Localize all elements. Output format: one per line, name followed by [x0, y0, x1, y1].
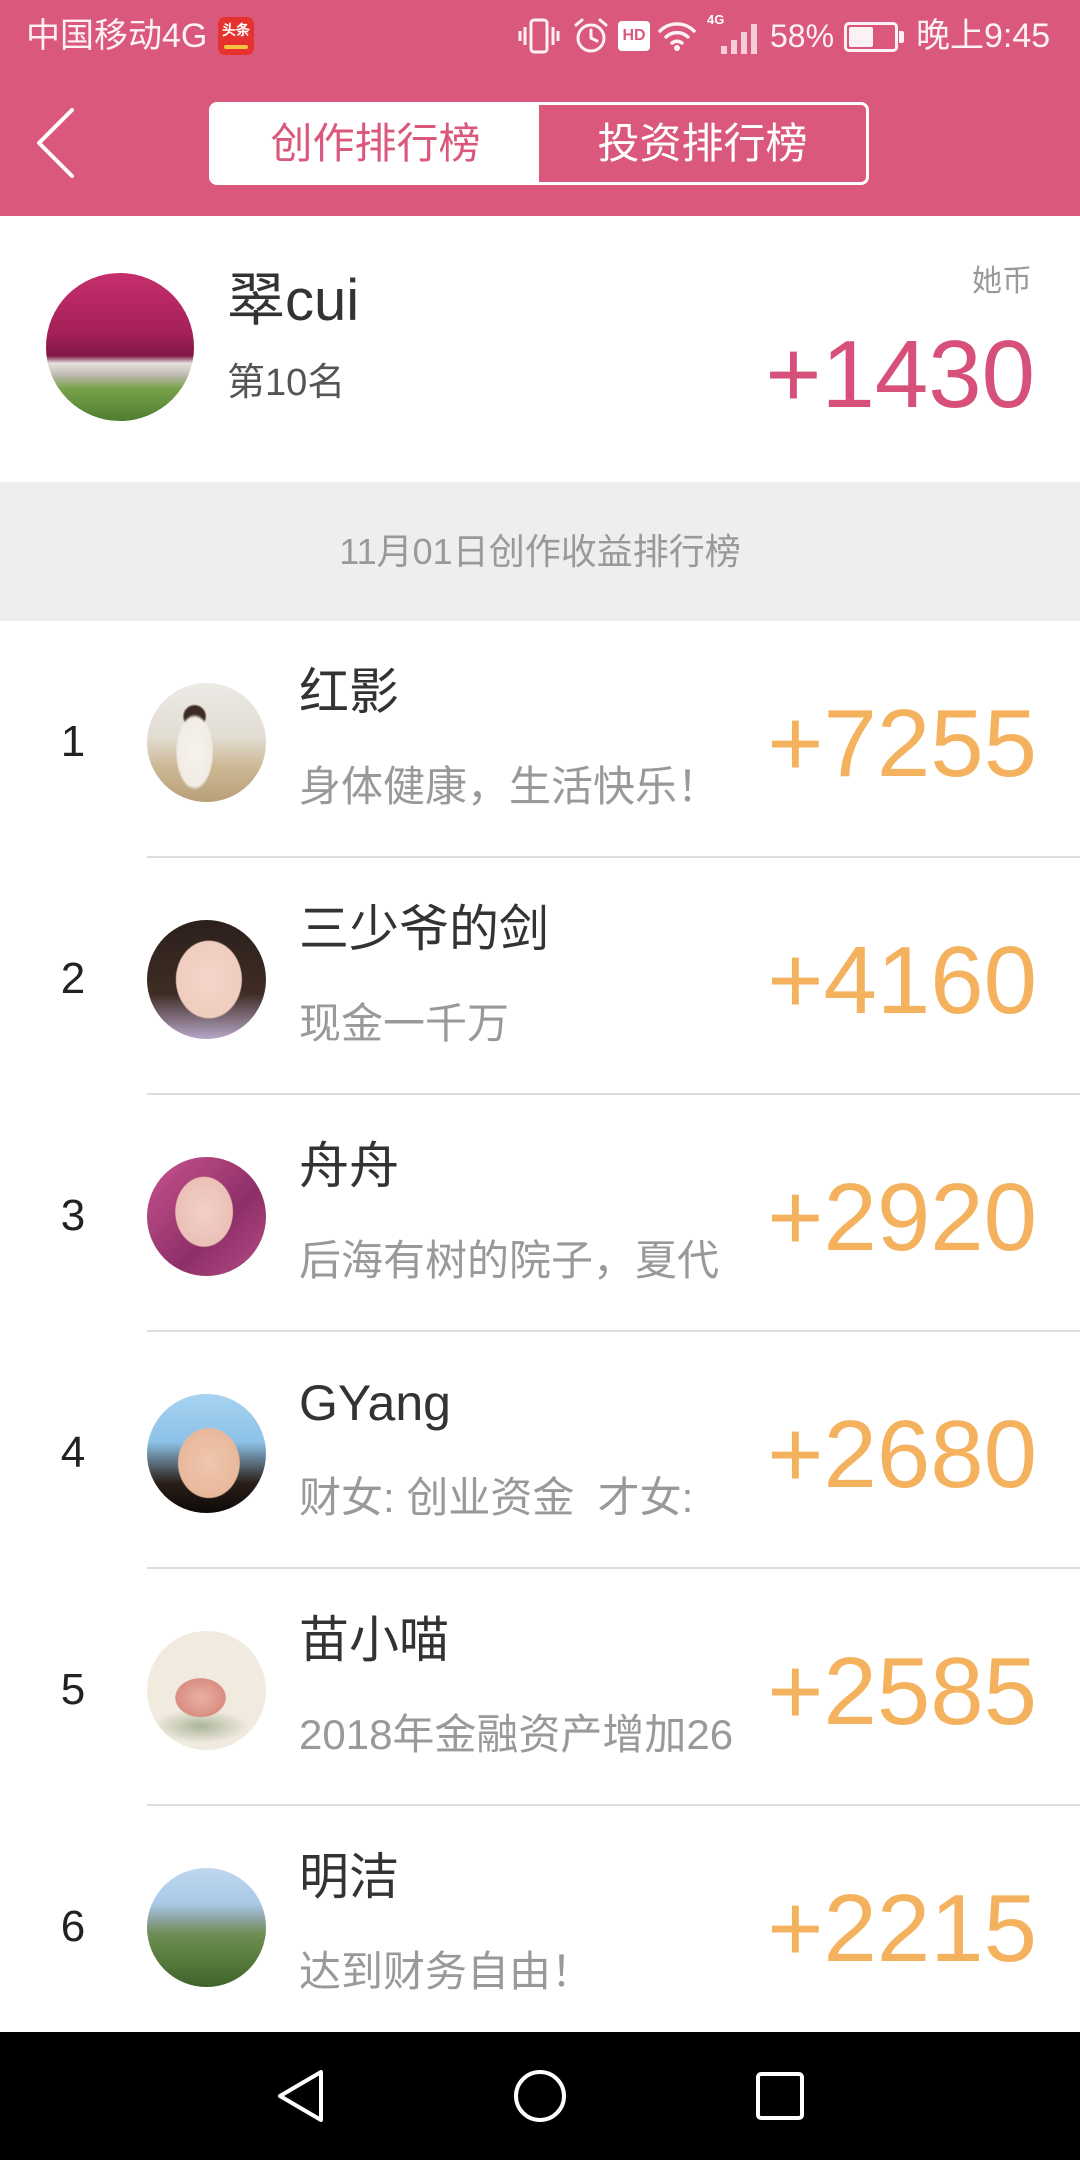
header: 中国移动4G 头条 HD 4G 58% 晚上9:45 创作排行榜 投资排行榜 — [0, 0, 1080, 216]
nav-bar-icons — [278, 2070, 804, 2122]
ranking-row[interactable]: 3 舟舟 后海有树的院子，夏代 +2920 — [0, 1095, 1080, 1332]
system-nav-bar — [0, 2032, 1080, 2160]
avatar[interactable] — [147, 683, 266, 802]
user-score: +4160 — [767, 927, 1037, 1034]
user-name: 明洁 — [299, 1849, 399, 1905]
user-motto: 达到财务自由！ — [299, 1948, 594, 1995]
user-score: +2680 — [767, 1401, 1037, 1508]
avatar[interactable] — [147, 1157, 266, 1276]
wifi-icon — [658, 22, 696, 51]
avatar[interactable] — [147, 920, 266, 1039]
battery-fill — [849, 27, 873, 47]
user-name: 红影 — [299, 664, 399, 720]
battery-icon — [844, 22, 898, 52]
ranking-row[interactable]: 4 GYang 财女: 创业资金 才女: +2680 — [0, 1332, 1080, 1569]
user-name: 苗小喵 — [299, 1612, 449, 1668]
toutiao-app-icon: 头条 — [218, 17, 254, 55]
my-score: +1430 — [765, 321, 1035, 428]
rank-number: 2 — [60, 954, 86, 1003]
vibrate-icon — [518, 18, 560, 54]
rank-number: 6 — [60, 1902, 86, 1951]
rank-number: 1 — [60, 717, 86, 766]
avatar[interactable] — [147, 1868, 266, 1987]
recents-icon[interactable] — [756, 2072, 804, 2120]
rank-number: 4 — [60, 1428, 86, 1477]
rank-number: 3 — [60, 1191, 86, 1240]
rank-number: 5 — [60, 1665, 86, 1714]
app-root: 中国移动4G 头条 HD 4G 58% 晚上9:45 创作排行榜 投资排行榜 翠… — [0, 0, 1080, 2160]
user-name: 舟舟 — [299, 1138, 399, 1194]
tab-creation-ranking[interactable]: 创作排行榜 — [212, 105, 539, 182]
user-name: GYang — [299, 1375, 451, 1431]
battery-nub — [899, 31, 904, 43]
ranking-row[interactable]: 6 明洁 达到财务自由！ +2215 — [0, 1806, 1080, 2032]
ranking-list[interactable]: 1 红影 身体健康，生活快乐！ +7255 2 三少爷的剑 现金一千万 +416… — [0, 621, 1080, 2032]
my-name: 翠cui — [227, 268, 360, 333]
user-score: +2585 — [767, 1638, 1037, 1745]
user-motto: 身体健康，生活快乐！ — [299, 763, 720, 810]
my-rank-card[interactable]: 翠cui 第10名 她币 +1430 — [0, 216, 1080, 482]
my-rank-position: 第10名 — [227, 362, 346, 404]
user-motto: 财女: 创业资金 才女: — [299, 1474, 694, 1521]
currency-label: 她币 — [972, 265, 1032, 298]
battery-percent: 58% — [770, 18, 835, 54]
avatar[interactable] — [147, 1394, 266, 1513]
user-score: +7255 — [767, 690, 1037, 797]
chevron-left-icon[interactable] — [26, 100, 86, 186]
user-motto: 后海有树的院子，夏代 — [299, 1237, 720, 1284]
ranking-row[interactable]: 1 红影 身体健康，生活快乐！ +7255 — [0, 621, 1080, 858]
home-icon[interactable] — [514, 2070, 566, 2122]
signal-icon — [721, 24, 757, 54]
hd-voice-icon: HD — [618, 21, 650, 51]
tab-investment-ranking[interactable]: 投资排行榜 — [539, 105, 866, 182]
carrier-label: 中国移动4G — [26, 17, 208, 55]
ranking-row[interactable]: 5 苗小喵 2018年金融资产增加26 +2585 — [0, 1569, 1080, 1806]
user-name: 三少爷的剑 — [299, 901, 549, 957]
user-score: +2215 — [767, 1875, 1037, 1982]
user-motto: 现金一千万 — [299, 1000, 510, 1047]
alarm-icon — [574, 18, 608, 53]
section-title: 11月01日创作收益排行榜 — [0, 482, 1080, 621]
ranking-tab-switcher: 创作排行榜 投资排行榜 — [209, 102, 869, 185]
user-score: +2920 — [767, 1164, 1037, 1271]
ranking-row[interactable]: 2 三少爷的剑 现金一千万 +4160 — [0, 858, 1080, 1095]
avatar[interactable] — [46, 273, 194, 421]
back-icon[interactable] — [278, 2070, 323, 2122]
avatar[interactable] — [147, 1631, 266, 1750]
user-motto: 2018年金融资产增加26 — [299, 1711, 734, 1758]
clock-time: 晚上9:45 — [916, 17, 1051, 55]
